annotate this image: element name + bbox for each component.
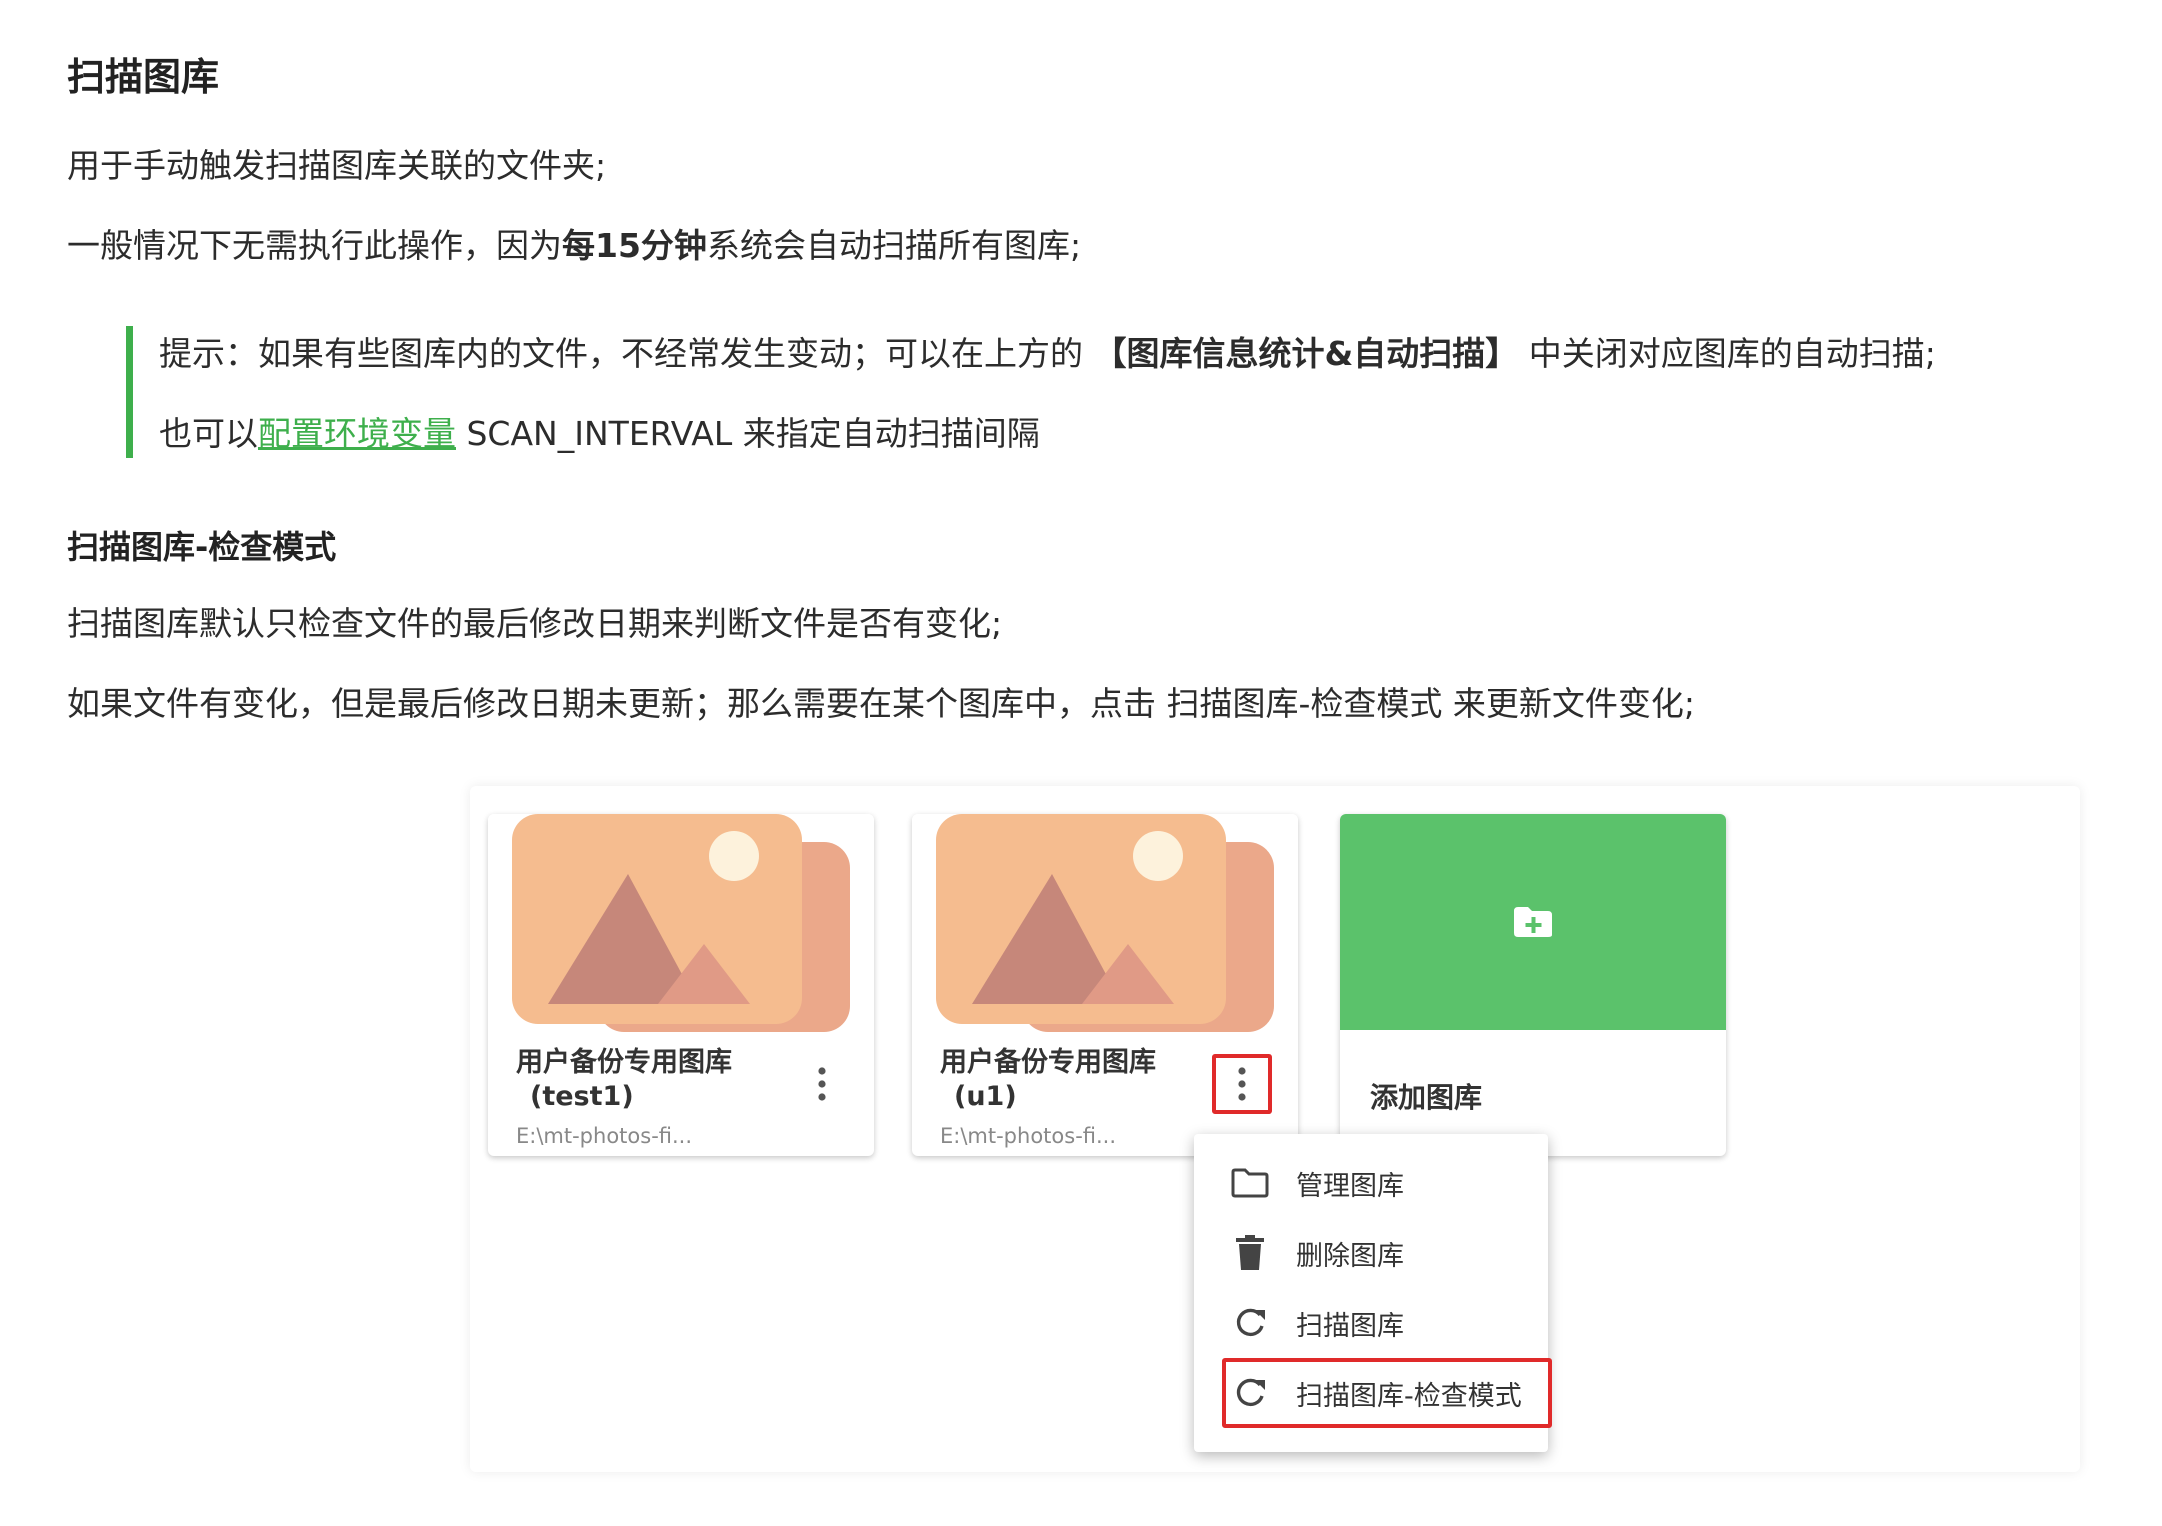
tip-line2-after: SCAN_INTERVAL 来指定自动扫描间隔 bbox=[456, 414, 1040, 453]
menu-item-label: 删除图库 bbox=[1296, 1240, 1404, 1272]
menu-item-manage[interactable]: 管理图库 bbox=[1194, 1148, 1548, 1218]
context-menu: 管理图库 删除图库 扫描图库 扫描图库-检查模式 bbox=[1194, 1134, 1552, 1452]
auto-scan-interval: 每15分钟 bbox=[562, 226, 707, 265]
auto-scan-text: 一般情况下无需执行此操作，因为每15分钟系统会自动扫描所有图库; bbox=[67, 224, 1081, 268]
check-mode-howto: 如果文件有变化，但是最后修改日期未更新；那么需要在某个图库中，点击 扫描图库-检… bbox=[67, 684, 1696, 723]
gallery-thumbnail bbox=[912, 814, 1298, 1032]
gallery-card[interactable]: 用户备份专用图库 (u1) E:\mt-photos-fi... bbox=[912, 814, 1298, 1156]
tip-blockquote: 提示：如果有些图库内的文件，不经常发生变动；可以在上方的 【图库信息统计&自动扫… bbox=[126, 326, 2033, 458]
more-vertical-icon bbox=[1238, 1067, 1246, 1101]
more-options-button[interactable] bbox=[792, 1054, 852, 1114]
subsection-title: 扫描图库-检查模式 bbox=[67, 528, 337, 566]
env-config-link[interactable]: 配置环境变量 bbox=[258, 414, 456, 453]
tip-text-after: 中关闭对应图库的自动扫描; bbox=[1518, 334, 1936, 373]
gallery-name-line2: (test1) bbox=[530, 1081, 634, 1112]
menu-item-label: 管理图库 bbox=[1296, 1170, 1404, 1202]
check-mode-description: 扫描图库默认只检查文件的最后修改日期来判断文件是否有变化; bbox=[67, 604, 1003, 643]
intro-text: 用于手动触发扫描图库关联的文件夹; bbox=[67, 146, 607, 185]
auto-scan-after: 系统会自动扫描所有图库; bbox=[706, 226, 1082, 265]
refresh-icon bbox=[1230, 1303, 1270, 1343]
gallery-thumbnail bbox=[488, 814, 874, 1032]
gallery-path: E:\mt-photos-fi... bbox=[516, 1124, 693, 1148]
more-vertical-icon bbox=[818, 1067, 826, 1101]
tip-bold-section: 【图库信息统计&自动扫描】 bbox=[1093, 334, 1519, 373]
section-title: 扫描图库 bbox=[67, 55, 220, 99]
refresh-icon bbox=[1230, 1373, 1270, 1413]
gallery-name-line1: 用户备份专用图库 bbox=[516, 1047, 732, 1078]
gallery-screenshot: 用户备份专用图库 (test1) E:\mt-photos-fi... 用户备份… bbox=[470, 786, 2080, 1472]
menu-item-label: 扫描图库-检查模式 bbox=[1296, 1380, 1522, 1412]
gallery-card[interactable]: 用户备份专用图库 (test1) E:\mt-photos-fi... bbox=[488, 814, 874, 1156]
menu-item-scan-check-mode[interactable]: 扫描图库-检查模式 bbox=[1222, 1358, 1552, 1428]
gallery-name: 用户备份专用图库 (u1) bbox=[940, 1046, 1156, 1114]
image-placeholder-icon bbox=[912, 814, 1298, 1032]
gallery-name-line2: (u1) bbox=[954, 1081, 1017, 1112]
image-placeholder-icon bbox=[488, 814, 874, 1032]
add-gallery-banner bbox=[1340, 814, 1726, 1030]
tip-line-1: 提示：如果有些图库内的文件，不经常发生变动；可以在上方的 【图库信息统计&自动扫… bbox=[159, 332, 1936, 376]
add-gallery-label: 添加图库 bbox=[1370, 1081, 1483, 1114]
add-gallery-card[interactable]: 添加图库 bbox=[1340, 814, 1726, 1156]
gallery-name-line1: 用户备份专用图库 bbox=[940, 1047, 1156, 1078]
menu-item-scan[interactable]: 扫描图库 bbox=[1194, 1288, 1548, 1358]
trash-icon bbox=[1230, 1233, 1270, 1273]
tip-line2-before: 也可以 bbox=[159, 414, 258, 453]
menu-item-label: 扫描图库 bbox=[1296, 1310, 1404, 1342]
folder-icon bbox=[1230, 1163, 1270, 1203]
folder-add-icon bbox=[1514, 907, 1552, 937]
gallery-path: E:\mt-photos-fi... bbox=[940, 1124, 1117, 1148]
menu-item-delete[interactable]: 删除图库 bbox=[1194, 1218, 1548, 1288]
gallery-name: 用户备份专用图库 (test1) bbox=[516, 1046, 732, 1114]
more-options-button-highlighted[interactable] bbox=[1212, 1054, 1272, 1114]
auto-scan-before: 一般情况下无需执行此操作，因为 bbox=[67, 226, 562, 265]
tip-text: 提示：如果有些图库内的文件，不经常发生变动；可以在上方的 bbox=[159, 334, 1094, 373]
tip-line-2: 也可以配置环境变量 SCAN_INTERVAL 来指定自动扫描间隔 bbox=[159, 412, 1040, 456]
